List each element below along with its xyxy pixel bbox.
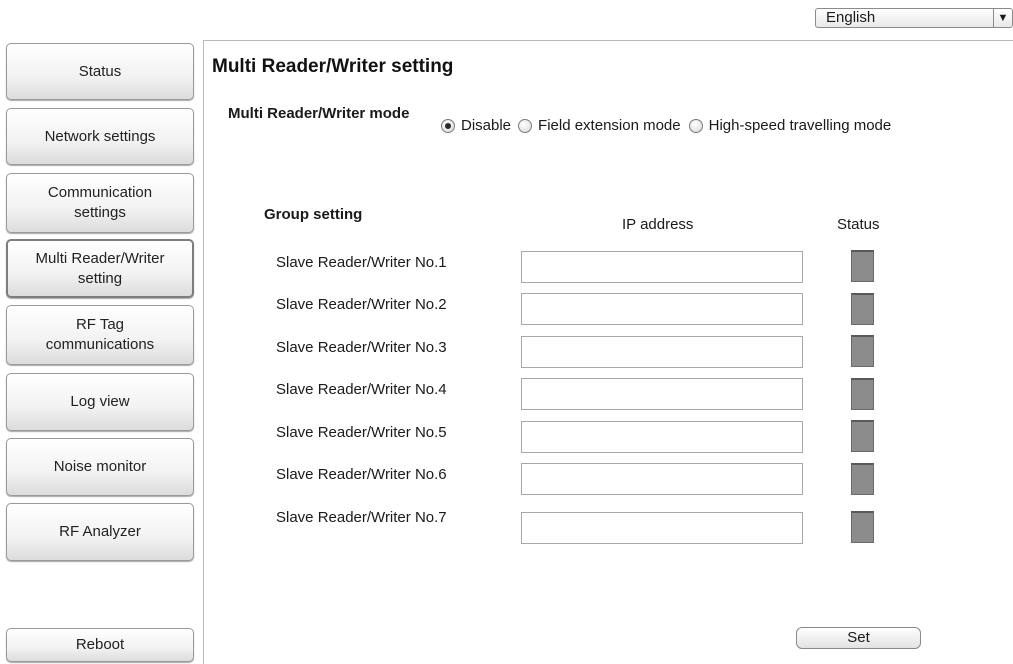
reboot-label: Reboot — [75, 636, 125, 653]
status-header: Status — [837, 216, 880, 233]
header-divider — [203, 40, 1013, 41]
sidebar-item-communication-settings[interactable]: Communication settings — [6, 173, 194, 233]
set-label: Set — [847, 629, 870, 646]
slave-label-2: Slave Reader/Writer No.2 — [276, 296, 447, 313]
set-button[interactable]: Set — [796, 627, 921, 649]
sidebar-item-label: RF Tag communications — [45, 316, 155, 353]
status-indicator-6 — [851, 463, 874, 495]
ip-input-2[interactable] — [521, 293, 803, 325]
sidebar-item-label: Noise monitor — [53, 458, 147, 475]
slave-label-1: Slave Reader/Writer No.1 — [276, 254, 447, 271]
slave-label-7: Slave Reader/Writer No.7 — [276, 509, 447, 526]
ip-input-6[interactable] — [521, 463, 803, 495]
sidebar-item-status[interactable]: Status — [6, 43, 194, 100]
status-indicator-2 — [851, 293, 874, 325]
slave-label-6: Slave Reader/Writer No.6 — [276, 466, 447, 483]
reboot-button[interactable]: Reboot — [6, 628, 194, 662]
sidebar-item-label: Status — [78, 62, 122, 80]
group-setting-label: Group setting — [264, 206, 363, 223]
radio-disable[interactable] — [441, 118, 455, 133]
radio-field-extension-label[interactable]: Field extension mode — [538, 117, 681, 134]
sidebar-item-label: Multi Reader/Writer setting — [35, 249, 165, 287]
sidebar-item-rf-tag-communications[interactable]: RF Tag communications — [6, 305, 194, 365]
sidebar-item-multi-reader-writer-setting[interactable]: Multi Reader/Writer setting — [6, 239, 194, 298]
ip-input-3[interactable] — [521, 336, 803, 368]
sidebar-divider — [203, 40, 204, 664]
radio-disable-label[interactable]: Disable — [461, 117, 511, 134]
slave-label-5: Slave Reader/Writer No.5 — [276, 424, 447, 441]
radio-high-speed-label[interactable]: High-speed travelling mode — [709, 117, 892, 134]
language-select[interactable]: English ▼ — [815, 8, 1013, 28]
page-title: Multi Reader/Writer setting — [212, 56, 454, 77]
mode-radio-group: Disable Field extension mode High-speed … — [438, 117, 891, 134]
status-indicator-4 — [851, 378, 874, 410]
ip-input-7[interactable] — [521, 512, 803, 544]
ip-input-5[interactable] — [521, 421, 803, 453]
sidebar-item-label: Communication settings — [47, 184, 153, 221]
radio-field-extension[interactable] — [518, 118, 533, 133]
status-indicator-3 — [851, 335, 874, 367]
sidebar-item-network-settings[interactable]: Network settings — [6, 108, 194, 165]
sidebar-item-log-view[interactable]: Log view — [6, 373, 194, 431]
sidebar-item-label: Network settings — [44, 127, 156, 145]
status-indicator-7 — [851, 511, 874, 543]
ip-input-4[interactable] — [521, 378, 803, 410]
slave-label-4: Slave Reader/Writer No.4 — [276, 381, 447, 398]
status-indicator-1 — [851, 250, 874, 282]
ip-input-1[interactable] — [521, 251, 803, 283]
language-value: English — [826, 9, 876, 26]
sidebar-item-rf-analyzer[interactable]: RF Analyzer — [6, 503, 194, 561]
mode-label: Multi Reader/Writer mode — [228, 105, 410, 122]
sidebar-item-label: Log view — [70, 393, 130, 410]
status-indicator-5 — [851, 420, 874, 452]
ip-address-header: IP address — [622, 216, 694, 233]
slave-label-3: Slave Reader/Writer No.3 — [276, 339, 447, 356]
chevron-down-icon[interactable]: ▼ — [993, 9, 1012, 27]
sidebar-item-label: RF Analyzer — [59, 523, 141, 540]
sidebar-item-noise-monitor[interactable]: Noise monitor — [6, 438, 194, 496]
radio-high-speed[interactable] — [688, 118, 703, 133]
